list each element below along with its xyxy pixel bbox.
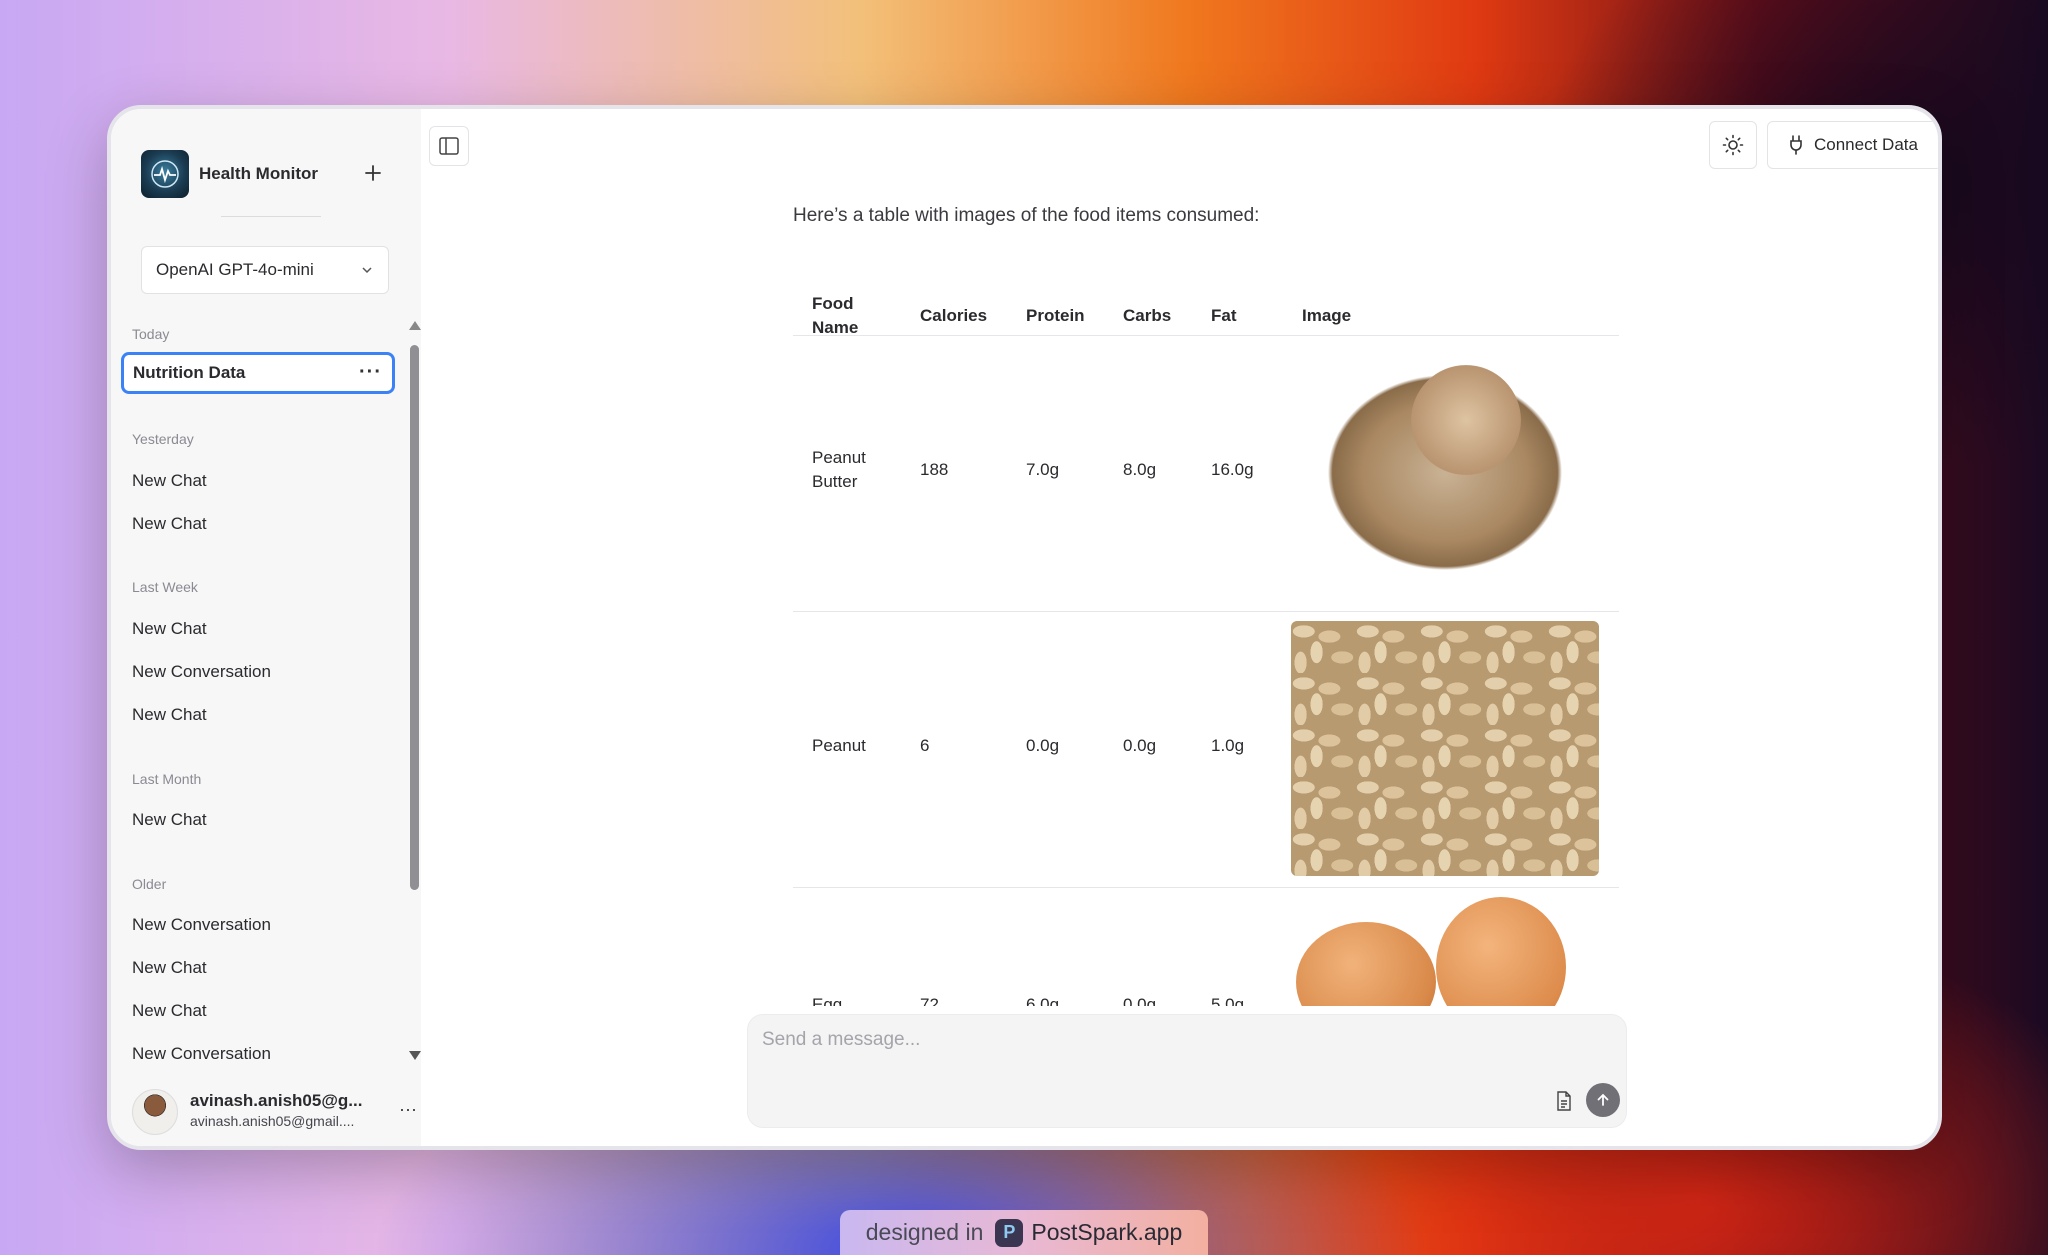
table-row: Peanut Butter 188 7.0g 8.0g 16.0g	[793, 336, 1619, 612]
user-profile[interactable]: avinash.anish05@g... avinash.anish05@gma…	[132, 1089, 417, 1139]
chat-item[interactable]: New Conversation	[132, 662, 392, 682]
health-logo-icon	[141, 150, 189, 198]
chat-item[interactable]: New Chat	[132, 1001, 392, 1021]
food-name: Peanut Butter	[812, 448, 866, 491]
food-name: Egg	[812, 995, 843, 1006]
model-select-value: OpenAI GPT-4o-mini	[156, 260, 314, 279]
group-label-older: Older	[132, 876, 167, 892]
carbs-cell: 8.0g	[1123, 460, 1157, 479]
user-name: avinash.anish05@g...	[190, 1091, 363, 1110]
chat-item[interactable]: New Conversation	[132, 915, 392, 935]
calories-cell: 6	[920, 736, 930, 755]
carbs-cell: 0.0g	[1123, 736, 1157, 755]
brand: Health Monitor	[141, 150, 318, 198]
chat-item[interactable]: New Chat	[132, 810, 392, 830]
food-name: Peanut	[812, 736, 866, 755]
column-header: Calories	[920, 306, 988, 325]
table-row: Peanut 6 0.0g 0.0g 1.0g	[793, 612, 1619, 888]
chat-item[interactable]: New Chat	[132, 471, 392, 491]
protein-cell: 7.0g	[1026, 460, 1060, 479]
calories-cell: 188	[920, 460, 949, 479]
app-title: Health Monitor	[199, 164, 318, 183]
food-image-peanut	[1291, 621, 1599, 876]
column-header: Carbs	[1123, 306, 1172, 325]
badge-prefix: designed in	[865, 1219, 984, 1245]
scroll-thumb[interactable]	[410, 345, 419, 890]
assistant-message-text: Here’s a table with images of the food i…	[793, 205, 1260, 226]
sidebar-scrollbar[interactable]	[407, 321, 421, 1061]
scroll-down-arrow-icon[interactable]	[409, 1051, 421, 1060]
sidebar-toggle-icon	[439, 137, 459, 155]
postspark-logo-icon: P	[995, 1218, 1024, 1247]
table-header: Food Name Calories Protein Carbs Fat Ima…	[793, 274, 1619, 337]
avatar	[132, 1089, 178, 1135]
model-select[interactable]: OpenAI GPT-4o-mini	[141, 246, 389, 294]
scroll-up-arrow-icon[interactable]	[409, 321, 421, 330]
theme-toggle-button[interactable]	[1709, 121, 1757, 169]
group-label-yesterday: Yesterday	[132, 431, 194, 447]
group-label-last-week: Last Week	[132, 579, 198, 595]
protein-cell: 0.0g	[1026, 736, 1060, 755]
sidebar-toggle-button[interactable]	[429, 126, 469, 166]
divider	[221, 216, 321, 217]
plus-icon	[365, 165, 381, 181]
message-input[interactable]	[762, 1025, 1602, 1055]
chat-item-label: Nutrition Data	[133, 363, 246, 382]
message-composer	[747, 1014, 1627, 1128]
fat-cell: 16.0g	[1211, 460, 1254, 479]
fat-cell: 1.0g	[1211, 736, 1245, 755]
connect-data-label: Connect Data	[1814, 135, 1918, 154]
attach-file-button[interactable]	[1552, 1089, 1576, 1113]
arrow-up-icon	[1597, 1093, 1609, 1106]
column-header: Food Name	[812, 294, 859, 337]
file-icon	[1557, 1091, 1571, 1111]
badge-brand: PostSpark.app	[1031, 1219, 1183, 1245]
chat-item[interactable]: New Chat	[132, 619, 392, 639]
table-row: Egg 72 6.0g 0.0g 5.0g	[793, 888, 1619, 1006]
fat-cell: 5.0g	[1211, 995, 1245, 1006]
food-image-peanut-butter	[1291, 345, 1599, 600]
chat-item-active[interactable]: Nutrition Data ···	[121, 352, 395, 394]
more-icon[interactable]: ···	[359, 361, 382, 384]
postspark-badge: designed in P PostSpark.app	[840, 1210, 1208, 1255]
food-image-egg	[1291, 897, 1599, 1006]
column-header: Protein	[1026, 306, 1085, 325]
protein-cell: 6.0g	[1026, 995, 1060, 1006]
user-email: avinash.anish05@gmail....	[190, 1113, 355, 1129]
calories-cell: 72	[920, 995, 939, 1006]
chat-item[interactable]: New Chat	[132, 514, 392, 534]
group-label-last-month: Last Month	[132, 771, 202, 787]
more-icon[interactable]: ···	[399, 1099, 417, 1120]
plug-icon	[1790, 135, 1802, 155]
sun-icon	[1722, 134, 1744, 156]
column-header: Fat	[1211, 306, 1237, 325]
chat-item[interactable]: New Chat	[132, 705, 392, 725]
nutrition-table: Food Name Calories Protein Carbs Fat Ima…	[793, 274, 1619, 1006]
new-chat-button[interactable]	[359, 159, 387, 187]
chevron-down-icon	[362, 267, 372, 274]
send-button[interactable]	[1586, 1083, 1620, 1117]
chat-item[interactable]: New Chat	[132, 958, 392, 978]
column-header: Image	[1302, 306, 1352, 325]
sidebar: Health Monitor OpenAI GPT-4o-mini Today …	[111, 109, 421, 1146]
chat-item[interactable]: New Conversation	[132, 1044, 392, 1064]
carbs-cell: 0.0g	[1123, 995, 1157, 1006]
connect-data-button[interactable]: Connect Data	[1767, 121, 1938, 169]
app-window: Health Monitor OpenAI GPT-4o-mini Today …	[107, 105, 1942, 1150]
group-label-today: Today	[132, 326, 170, 342]
